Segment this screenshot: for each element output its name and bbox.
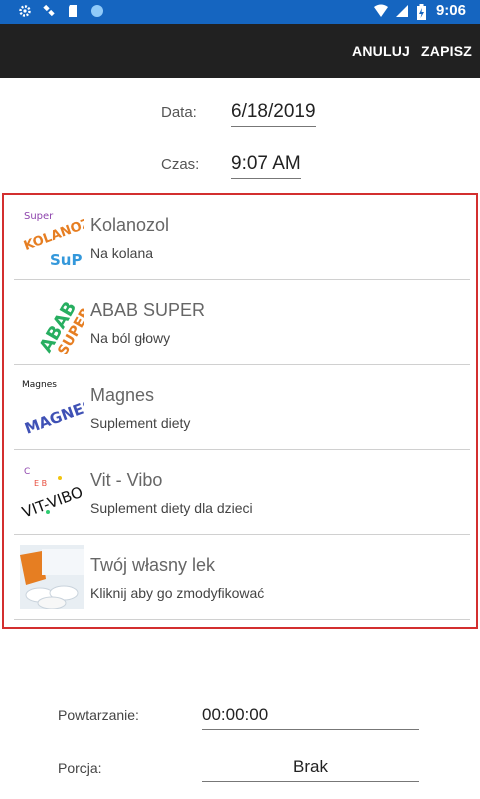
svg-text:SuP: SuP [50,251,82,269]
status-bar: 9:06 [0,0,480,24]
medicine-name: Vit - Vibo [90,470,163,490]
repeat-label: Powtarzanie: [58,707,139,723]
list-item[interactable]: Magnes MAGNES Magnes Suplement diety [14,365,470,450]
battery-charging-icon [416,3,426,20]
medicine-name: Kolanozol [90,215,170,235]
medicine-description: Na ból głowy [90,330,171,346]
date-field[interactable]: 6/18/2019 [231,101,316,127]
svg-text:MAGNES: MAGNES [22,396,84,438]
pills-image [20,545,84,609]
svg-text:Magnes: Magnes [22,380,57,390]
svg-text:C: C [24,467,30,477]
svg-text:VIT-VIBO: VIT-VIBO [20,483,84,522]
medicine-description: Suplement diety dla dzieci [90,500,253,516]
medicine-thumbnail: ABAB SUPER [20,290,84,354]
satellite-icon [42,4,56,18]
medicine-thumbnail: Super KOLANOZOL SuP [20,205,84,269]
medicine-thumbnail: C E B VIT-VIBO [20,460,84,524]
medicine-thumbnail: Magnes MAGNES [20,375,84,439]
medicine-description: Kliknij aby go zmodyfikować [90,585,265,601]
portion-field[interactable]: Brak [202,757,419,782]
date-label: Data: [161,104,197,121]
medicine-description: Na kolana [90,245,154,261]
signal-icon [395,4,409,18]
medicine-name: Twój własny lek [90,555,216,575]
list-item[interactable]: Super KOLANOZOL SuP Kolanozol Na kolana [14,195,470,280]
portion-label: Porcja: [58,760,102,776]
list-item[interactable]: C E B VIT-VIBO Vit - Vibo Suplement diet… [14,450,470,535]
medicine-list: Super KOLANOZOL SuP Kolanozol Na kolana … [2,193,478,629]
save-button[interactable]: ZAPISZ [421,43,472,59]
list-item[interactable]: Twój własny lek Kliknij aby go zmodyfiko… [14,535,470,620]
time-label: Czas: [161,156,200,173]
circle-icon [90,4,104,18]
medicine-description: Suplement diety [90,415,191,431]
svg-text:E B: E B [34,479,47,488]
status-time: 9:06 [435,2,466,19]
wifi-icon [373,4,388,18]
gear-icon [18,4,32,18]
repeat-field[interactable]: 00:00:00 [202,705,419,730]
svg-text:Super: Super [24,211,54,222]
list-item[interactable]: ABAB SUPER ABAB SUPER Na ból głowy [14,280,470,365]
sd-card-icon [66,4,80,18]
toolbar: ANULUJ ZAPISZ [0,24,480,78]
medicine-name: Magnes [90,385,155,405]
medicine-name: ABAB SUPER [90,300,206,320]
cancel-button[interactable]: ANULUJ [352,43,410,59]
time-field[interactable]: 9:07 AM [231,153,301,179]
